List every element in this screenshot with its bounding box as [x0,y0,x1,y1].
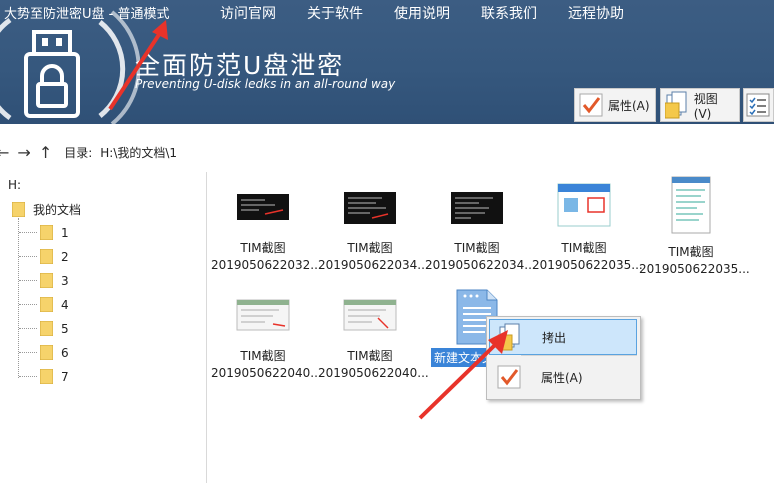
file-item[interactable]: TIM截图 2019050622040... [318,296,429,380]
folder-icon [40,273,53,288]
file-item[interactable]: TIM截图 2019050622040... [211,296,322,380]
tree-folder-1[interactable]: 1 [40,225,69,240]
context-menu-separator [521,355,637,356]
folder-icon [40,345,53,360]
tree-folder-2[interactable]: 2 [40,249,69,264]
tree-folder-6[interactable]: 6 [40,345,69,360]
context-menu: 拷出 属性(A) [486,316,641,400]
tree-root-drive[interactable]: H: [8,178,21,192]
tree-branch-line [19,256,37,257]
address-path[interactable]: H:\我的文档\1 [100,144,177,161]
documents-icon [664,91,690,119]
menu-remote-assist[interactable]: 远程协助 [568,3,624,23]
tree-branch-line [19,232,37,233]
tree-branch-line [19,304,37,305]
context-menu-copy-out[interactable]: 拷出 [489,319,637,355]
tree-folder-7[interactable]: 7 [40,369,69,384]
up-arrow-icon[interactable]: ↑ [39,143,52,162]
file-item[interactable]: TIM截图 2019050622035... [532,182,643,272]
tree-folder-4[interactable]: 4 [40,297,69,312]
properties-label: 属性(A) [608,98,650,113]
folder-icon [40,321,53,336]
screenshot-thumbnail [237,194,289,220]
screenshot-thumbnail [344,192,396,224]
folder-icon [40,369,53,384]
checklist-icon [746,91,770,119]
view-button[interactable]: 视图(V) [660,88,740,122]
folder-tree: H: 我的文档 1 2 3 4 5 6 7 [0,172,207,483]
window-title: 大势至防泄密U盘 - 普通模式 [4,7,170,22]
view-label: 视图(V) [693,91,718,121]
tree-branch-line [19,376,37,377]
file-item[interactable]: TIM截图 2019050622035... [639,176,750,276]
list-view-button[interactable] [743,88,774,122]
folder-icon [40,249,53,264]
slogan-english: Preventing U-disk ledks in an all-round … [135,77,396,91]
screenshot-thumbnail [557,183,611,227]
back-arrow-icon[interactable]: ← [0,143,9,162]
usb-lock-logo-icon [24,30,80,118]
screenshot-thumbnail [671,176,711,234]
folder-icon [40,225,53,240]
menu-about[interactable]: 关于软件 [307,3,363,23]
menu-help[interactable]: 使用说明 [394,3,450,23]
forward-arrow-icon[interactable]: → [17,143,30,162]
file-item[interactable]: TIM截图 2019050622032... [211,188,322,272]
tree-guide-line [18,218,19,378]
context-menu-properties[interactable]: 属性(A) [489,359,637,395]
checkmark-icon [495,363,523,391]
tree-folder-5[interactable]: 5 [40,321,69,336]
documents-icon [496,323,524,351]
tree-folder-my-documents[interactable]: 我的文档 [12,201,81,218]
folder-icon [12,202,25,217]
address-label: 目录: [64,145,93,160]
menu-visit-website[interactable]: 访问官网 [220,3,276,23]
top-menu: 访问官网 关于软件 使用说明 联系我们 远程协助 [220,3,655,23]
app-header: 大势至防泄密U盘 - 普通模式 访问官网 关于软件 使用说明 联系我们 远程协助… [0,0,774,124]
folder-icon [40,297,53,312]
properties-button[interactable]: 属性(A) [574,88,656,122]
tree-branch-line [19,280,37,281]
address-bar: ← → ↑ 目录: H:\我的文档\1 [0,138,774,166]
tree-folder-3[interactable]: 3 [40,273,69,288]
menu-contact[interactable]: 联系我们 [481,3,537,23]
screenshot-thumbnail [236,299,290,331]
tree-branch-line [19,352,37,353]
tree-branch-line [19,328,37,329]
screenshot-thumbnail [343,299,397,331]
file-item[interactable]: TIM截图 2019050622034... [318,188,429,272]
file-item[interactable]: TIM截图 2019050622034... [425,188,536,272]
checkmark-icon [578,91,604,119]
screenshot-thumbnail [451,192,503,224]
